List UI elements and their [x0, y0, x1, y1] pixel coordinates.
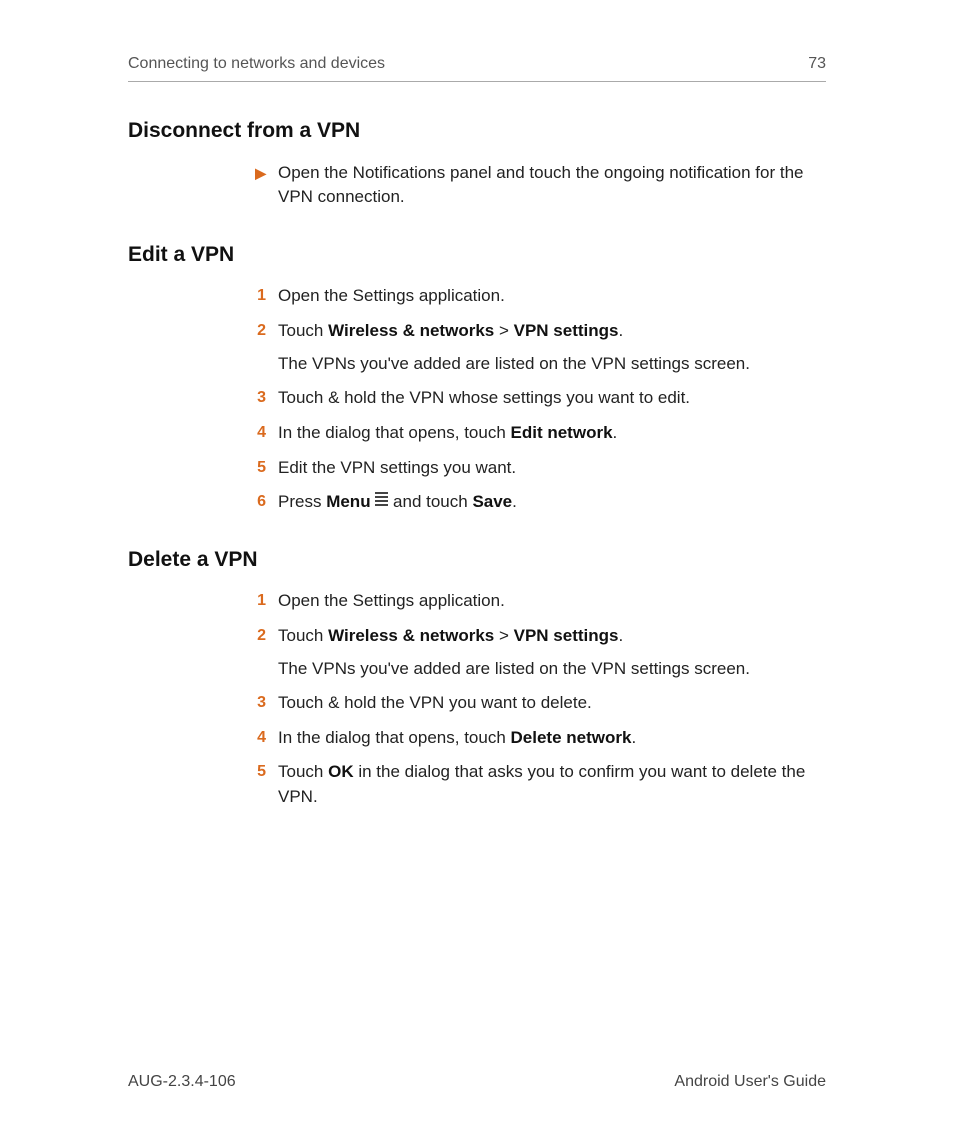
text: In the dialog that opens, touch: [278, 728, 511, 747]
page-number: 73: [808, 52, 826, 75]
step-text: In the dialog that opens, touch Edit net…: [278, 421, 826, 446]
bold-text: Menu: [326, 492, 370, 511]
bold-text: Wireless & networks: [328, 321, 494, 340]
list-item: 4 In the dialog that opens, touch Edit n…: [240, 421, 826, 446]
text: >: [494, 626, 513, 645]
text: Touch: [278, 626, 328, 645]
text: .: [618, 626, 623, 645]
step-text: Open the Settings application.: [278, 284, 826, 309]
step-text: Press Menu and touch Save.: [278, 490, 826, 515]
menu-icon: [375, 490, 388, 508]
step-number: 1: [240, 589, 266, 612]
text: .: [631, 728, 636, 747]
list-item: 4 In the dialog that opens, touch Delete…: [240, 726, 826, 751]
chapter-title: Connecting to networks and devices: [128, 52, 385, 75]
disconnect-vpn-list: ▶ Open the Notifications panel and touch…: [240, 161, 826, 210]
triangle-bullet-icon: ▶: [240, 161, 266, 183]
text: .: [613, 423, 618, 442]
bold-text: VPN settings: [514, 321, 619, 340]
doc-title: Android User's Guide: [674, 1070, 826, 1093]
list-item: 2 Touch Wireless & networks > VPN settin…: [240, 319, 826, 376]
list-item: 5 Edit the VPN settings you want.: [240, 456, 826, 481]
delete-vpn-steps: 1 Open the Settings application. 2 Touch…: [240, 589, 826, 809]
step-subtext: The VPNs you've added are listed on the …: [278, 352, 826, 377]
text: Touch: [278, 321, 328, 340]
step-number: 4: [240, 421, 266, 444]
step-text: Open the Settings application.: [278, 589, 826, 614]
list-item: 3 Touch & hold the VPN whose settings yo…: [240, 386, 826, 411]
text: .: [618, 321, 623, 340]
step-number: 3: [240, 386, 266, 409]
step-number: 2: [240, 624, 266, 647]
bold-text: VPN settings: [514, 626, 619, 645]
step-text: Edit the VPN settings you want.: [278, 456, 826, 481]
list-item: 2 Touch Wireless & networks > VPN settin…: [240, 624, 826, 681]
step-text: Touch Wireless & networks > VPN settings…: [278, 624, 826, 681]
heading-edit-vpn: Edit a VPN: [128, 240, 826, 270]
bold-text: Save: [472, 492, 512, 511]
list-item: ▶ Open the Notifications panel and touch…: [240, 161, 826, 210]
list-item: 5 Touch OK in the dialog that asks you t…: [240, 760, 826, 809]
step-number: 4: [240, 726, 266, 749]
step-text: Touch OK in the dialog that asks you to …: [278, 760, 826, 809]
step-subtext: The VPNs you've added are listed on the …: [278, 657, 826, 682]
bold-text: Wireless & networks: [328, 626, 494, 645]
step-number: 5: [240, 760, 266, 783]
step-number: 2: [240, 319, 266, 342]
text: Touch: [278, 762, 328, 781]
step-text: Touch & hold the VPN you want to delete.: [278, 691, 826, 716]
step-text: Touch & hold the VPN whose settings you …: [278, 386, 826, 411]
list-item: 3 Touch & hold the VPN you want to delet…: [240, 691, 826, 716]
running-header: Connecting to networks and devices 73: [128, 52, 826, 82]
bold-text: OK: [328, 762, 354, 781]
running-footer: AUG-2.3.4-106 Android User's Guide: [128, 1070, 826, 1093]
step-number: 1: [240, 284, 266, 307]
heading-delete-vpn: Delete a VPN: [128, 545, 826, 575]
text: .: [512, 492, 517, 511]
step-number: 6: [240, 490, 266, 513]
text: and touch: [388, 492, 472, 511]
text: in the dialog that asks you to confirm y…: [278, 762, 805, 806]
step-number: 3: [240, 691, 266, 714]
doc-id: AUG-2.3.4-106: [128, 1070, 236, 1093]
list-item: 6 Press Menu and touch Save.: [240, 490, 826, 515]
list-item: 1 Open the Settings application.: [240, 589, 826, 614]
text: >: [494, 321, 513, 340]
text: In the dialog that opens, touch: [278, 423, 511, 442]
heading-disconnect-vpn: Disconnect from a VPN: [128, 116, 826, 146]
content-area: Disconnect from a VPN ▶ Open the Notific…: [128, 82, 826, 810]
step-text: Open the Notifications panel and touch t…: [278, 161, 826, 210]
step-text: In the dialog that opens, touch Delete n…: [278, 726, 826, 751]
list-item: 1 Open the Settings application.: [240, 284, 826, 309]
bold-text: Edit network: [511, 423, 613, 442]
step-text: Touch Wireless & networks > VPN settings…: [278, 319, 826, 376]
page: Connecting to networks and devices 73 Di…: [0, 0, 954, 1145]
step-number: 5: [240, 456, 266, 479]
bold-text: Delete network: [511, 728, 632, 747]
text: Press: [278, 492, 326, 511]
edit-vpn-steps: 1 Open the Settings application. 2 Touch…: [240, 284, 826, 514]
